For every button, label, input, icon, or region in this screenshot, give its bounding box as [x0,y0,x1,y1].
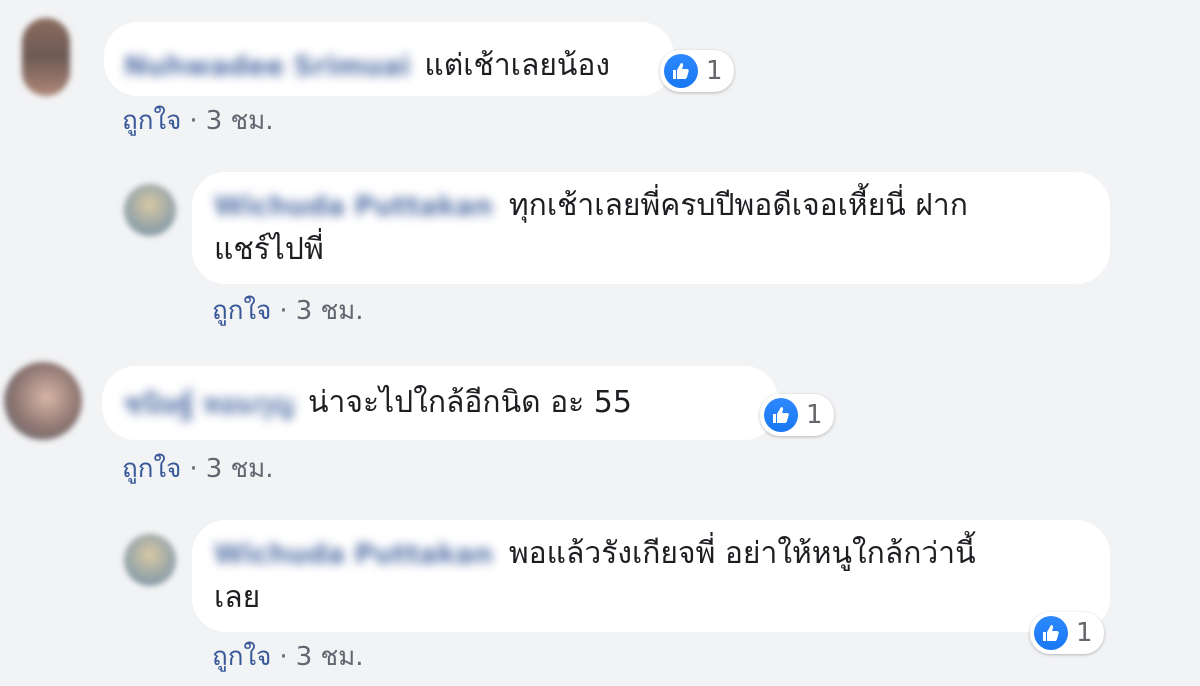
comment-actions: ถูกใจ · 3 ชม. [122,100,274,141]
comment-actions: ถูกใจ · 3 ชม. [212,636,364,677]
comment-bubble: Wichuda Puttakan พอแล้วรังเกียจพี่ อย่าใ… [192,520,1110,632]
separator: · [189,106,198,136]
comment-bubble: ชนิษฐ์ หอมกุญ น่าจะไปใกล้อีกนิด อะ 55 [102,366,778,440]
thumbs-up-icon [764,398,798,432]
comment-actions: ถูกใจ · 3 ชม. [212,290,364,331]
comment-author[interactable]: Wichuda Puttakan [214,539,493,570]
like-link[interactable]: ถูกใจ [212,296,271,326]
timestamp[interactable]: 3 ชม. [206,454,274,484]
like-link[interactable]: ถูกใจ [122,454,181,484]
comment-author[interactable]: Nuhwadee Srimuai [124,51,410,82]
separator: · [279,642,288,672]
separator: · [279,296,288,326]
timestamp[interactable]: 3 ชม. [296,296,364,326]
avatar[interactable] [124,534,176,586]
timestamp[interactable]: 3 ชม. [206,106,274,136]
comment-text: แต่เช้าเลยน้อง [424,48,611,83]
reaction-count: 1 [1076,618,1093,648]
thumbs-up-icon [1034,616,1068,650]
like-link[interactable]: ถูกใจ [212,642,271,672]
comment-author[interactable]: ชนิษฐ์ หอมกุญ [124,382,294,425]
comment-text-continued: แชร์ไปพี่ [214,232,324,267]
reaction-count-badge[interactable]: 1 [1030,612,1104,654]
comment-text: พอแล้วรังเกียจพี่ อย่าให้หนูใกล้กว่านี้ [508,536,976,571]
comment-actions: ถูกใจ · 3 ชม. [122,448,274,489]
separator: · [189,454,198,484]
reaction-count-badge[interactable]: 1 [760,394,834,436]
comment-bubble: Nuhwadee Srimuai แต่เช้าเลยน้อง [104,22,674,96]
avatar[interactable] [22,18,70,96]
comment-text: น่าจะไปใกล้อีกนิด อะ 55 [308,385,632,420]
thumbs-up-icon [664,54,698,88]
reaction-count: 1 [806,400,823,430]
comment-author[interactable]: Wichuda Puttakan [214,191,493,222]
comment-text: ทุกเช้าเลยพี่ครบปีพอดีเจอเหี้ยนี่ ฝาก [508,188,968,223]
comment-bubble: Wichuda Puttakan ทุกเช้าเลยพี่ครบปีพอดีเ… [192,172,1110,284]
reaction-count-badge[interactable]: 1 [660,50,734,92]
avatar[interactable] [4,362,82,440]
like-link[interactable]: ถูกใจ [122,106,181,136]
avatar[interactable] [124,184,176,236]
comment-text-continued: เลย [214,580,261,615]
timestamp[interactable]: 3 ชม. [296,642,364,672]
reaction-count: 1 [706,56,723,86]
